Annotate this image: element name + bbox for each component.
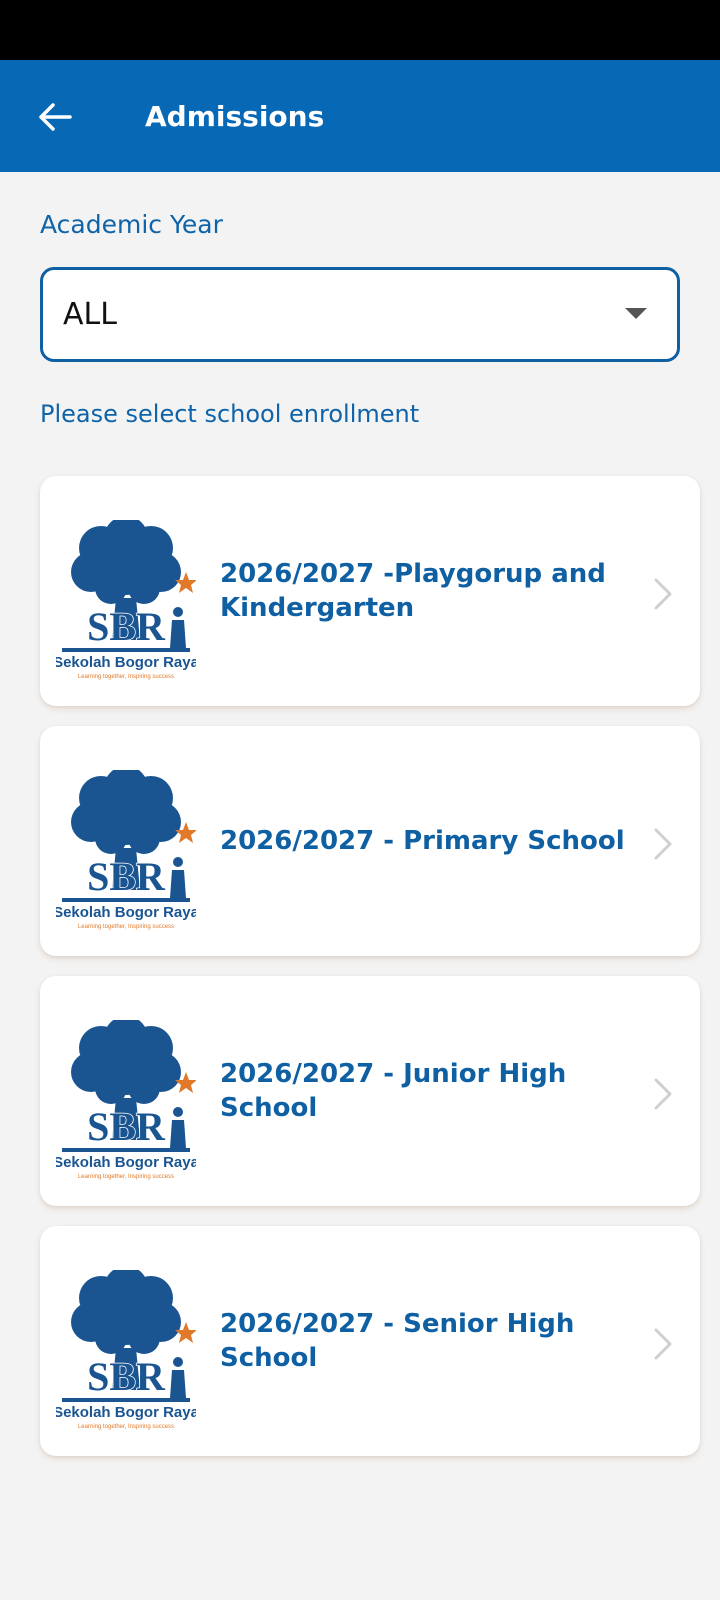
academic-year-select[interactable]: ALL bbox=[40, 267, 680, 362]
enrollment-title: 2026/2027 - Primary School bbox=[220, 826, 625, 856]
status-bar bbox=[0, 0, 720, 60]
svg-text:Sekolah Bogor Raya: Sekolah Bogor Raya bbox=[56, 1154, 196, 1171]
school-logo: SBR Sekolah Bogor Raya Learning together, … bbox=[56, 1020, 196, 1180]
chevron-right-icon bbox=[654, 1328, 672, 1360]
svg-text:Sekolah Bogor Raya: Sekolah Bogor Raya bbox=[56, 1404, 196, 1421]
enrollment-title: 2026/2027 -Playgorup and Kindergarten bbox=[220, 559, 606, 623]
svg-text:SBR: SBR bbox=[87, 604, 166, 649]
school-logo: SBR Sekolah Bogor Raya Learning together, … bbox=[56, 520, 196, 680]
academic-year-value: ALL bbox=[63, 297, 117, 332]
enrollment-card[interactable]: SBR Sekolah Bogor Raya Learning together, … bbox=[40, 1226, 700, 1456]
enrollment-card[interactable]: SBR Sekolah Bogor Raya Learning together, … bbox=[40, 726, 700, 956]
enrollment-card[interactable]: SBR Sekolah Bogor Raya Learning together, … bbox=[40, 476, 700, 706]
school-logo: SBR Sekolah Bogor Raya Learning together, … bbox=[56, 770, 196, 930]
svg-text:Sekolah Bogor Raya: Sekolah Bogor Raya bbox=[56, 654, 196, 671]
chevron-right-icon bbox=[654, 578, 672, 610]
svg-text:Learning together, Inspiring s: Learning together, Inspiring success bbox=[78, 1174, 174, 1180]
app-bar: Admissions bbox=[0, 60, 720, 172]
svg-text:Learning together, Inspiring s: Learning together, Inspiring success bbox=[78, 674, 174, 680]
svg-text:SBR: SBR bbox=[87, 1104, 166, 1149]
back-button[interactable] bbox=[30, 92, 80, 142]
helper-text: Please select school enrollment bbox=[40, 400, 420, 428]
caret-down-icon bbox=[625, 308, 647, 319]
page-title: Admissions bbox=[145, 99, 325, 133]
svg-text:Learning together, Inspiring s: Learning together, Inspiring success bbox=[78, 924, 174, 930]
svg-text:Sekolah Bogor Raya: Sekolah Bogor Raya bbox=[56, 904, 196, 921]
school-logo: SBR Sekolah Bogor Raya Learning together, … bbox=[56, 1270, 196, 1430]
academic-year-label: Academic Year bbox=[40, 210, 223, 239]
chevron-right-icon bbox=[654, 828, 672, 860]
enrollment-card[interactable]: SBR Sekolah Bogor Raya Learning together, … bbox=[40, 976, 700, 1206]
enrollment-title: 2026/2027 - Senior High School bbox=[220, 1309, 575, 1373]
svg-text:SBR: SBR bbox=[87, 854, 166, 899]
enrollment-title: 2026/2027 - Junior High School bbox=[220, 1059, 567, 1123]
arrow-left-icon bbox=[39, 103, 72, 131]
chevron-right-icon bbox=[654, 1078, 672, 1110]
svg-text:SBR: SBR bbox=[87, 1354, 166, 1399]
svg-text:Learning together, Inspiring s: Learning together, Inspiring success bbox=[78, 1424, 174, 1430]
